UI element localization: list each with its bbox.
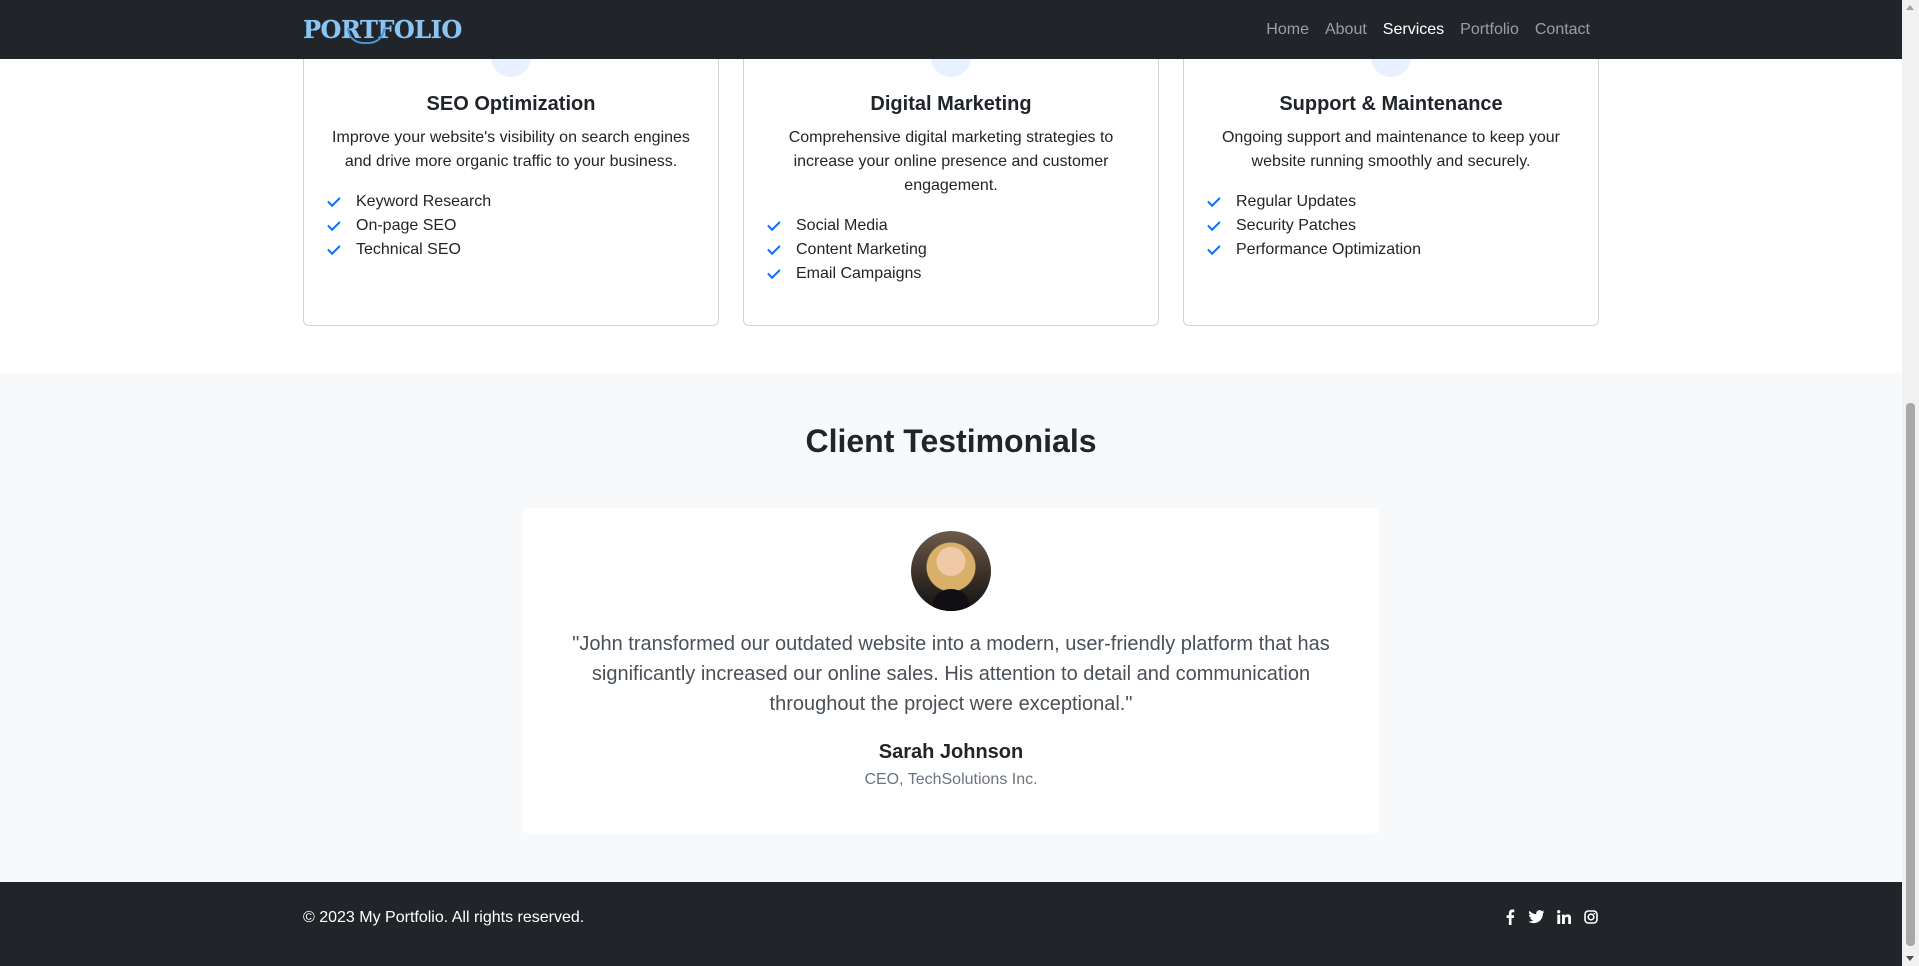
- twitter-icon[interactable]: [1528, 908, 1545, 925]
- nav-links: Home About Services Portfolio Contact: [1266, 0, 1590, 59]
- page: SEO Optimization Improve your website's …: [0, 0, 1919, 966]
- social-links: [1501, 908, 1599, 925]
- nav-link-about[interactable]: About: [1325, 21, 1367, 39]
- feature-item: Content Marketing: [767, 238, 1134, 262]
- vertical-scrollbar[interactable]: [1902, 0, 1919, 966]
- nav-link-services[interactable]: Services: [1383, 21, 1444, 39]
- service-description: Comprehensive digital marketing strategi…: [788, 129, 1114, 194]
- check-icon: [1207, 193, 1221, 207]
- feature-item: Social Media: [767, 214, 1134, 238]
- linkedin-icon[interactable]: [1555, 908, 1572, 925]
- feature-item: Email Campaigns: [767, 262, 1134, 286]
- scroll-thumb[interactable]: [1906, 403, 1915, 946]
- service-description: Improve your website's visibility on sea…: [332, 129, 690, 170]
- check-icon: [327, 241, 341, 255]
- brand-logo[interactable]: PORTFOLIO: [303, 14, 462, 46]
- service-title: SEO Optimization: [426, 93, 596, 115]
- instagram-icon[interactable]: [1582, 908, 1599, 925]
- scroll-up-icon[interactable]: [1906, 5, 1914, 10]
- testimonial-author: Sarah Johnson: [878, 741, 1024, 763]
- feature-item: Security Patches: [1207, 214, 1574, 238]
- service-description: Ongoing support and maintenance to keep …: [1221, 129, 1560, 170]
- feature-list: Regular Updates Security Patches Perform…: [1207, 190, 1574, 262]
- testimonial-card: "John transformed our outdated website i…: [523, 508, 1379, 834]
- service-title: Digital Marketing: [870, 93, 1032, 115]
- feature-item: On-page SEO: [327, 214, 694, 238]
- facebook-icon[interactable]: [1501, 908, 1518, 925]
- nav-link-contact[interactable]: Contact: [1535, 21, 1590, 39]
- check-icon: [327, 193, 341, 207]
- navbar: PORTFOLIO Home About Services Portfolio …: [0, 0, 1902, 59]
- check-icon: [767, 265, 781, 279]
- feature-list: Keyword Research On-page SEO Technical S…: [327, 190, 694, 262]
- feature-item: Keyword Research: [327, 190, 694, 214]
- check-icon: [327, 217, 341, 231]
- check-icon: [767, 241, 781, 255]
- feature-item: Regular Updates: [1207, 190, 1574, 214]
- check-icon: [1207, 241, 1221, 255]
- copyright-text: © 2023 My Portfolio. All rights reserved…: [303, 909, 585, 926]
- service-title: Support & Maintenance: [1279, 93, 1503, 115]
- testimonial-role: CEO, TechSolutions Inc.: [864, 771, 1038, 788]
- scroll-down-icon[interactable]: [1906, 956, 1914, 961]
- avatar: [911, 531, 991, 611]
- section-title: Client Testimonials: [805, 423, 1097, 459]
- nav-link-home[interactable]: Home: [1266, 21, 1309, 39]
- footer: © 2023 My Portfolio. All rights reserved…: [0, 882, 1902, 966]
- feature-item: Technical SEO: [327, 238, 694, 262]
- feature-item: Performance Optimization: [1207, 238, 1574, 262]
- nav-link-portfolio[interactable]: Portfolio: [1460, 21, 1519, 39]
- feature-list: Social Media Content Marketing Email Cam…: [767, 214, 1134, 286]
- check-icon: [767, 217, 781, 231]
- testimonials-section: Client Testimonials "John transformed ou…: [0, 373, 1902, 882]
- testimonial-quote: "John transformed our outdated website i…: [572, 633, 1330, 715]
- check-icon: [1207, 217, 1221, 231]
